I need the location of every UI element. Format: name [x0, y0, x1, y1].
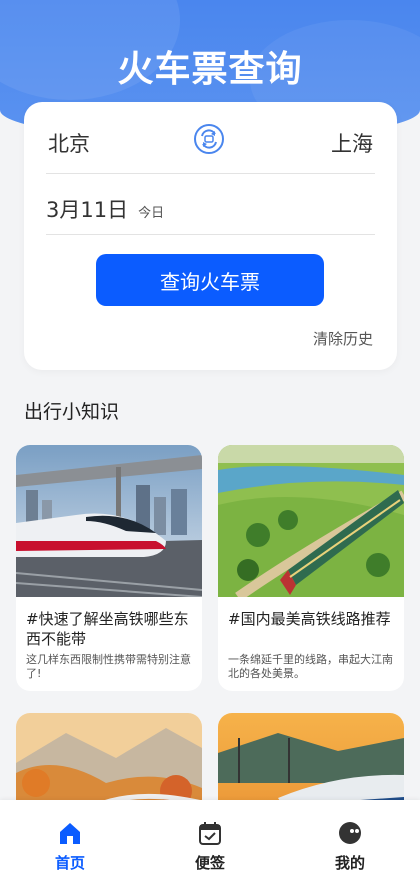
divider — [46, 173, 375, 174]
home-icon — [57, 820, 83, 846]
to-city[interactable]: 上海 — [331, 128, 373, 158]
divider — [46, 234, 375, 235]
article-title: #快速了解坐高铁哪些东西不能带 — [26, 610, 189, 648]
search-tickets-button[interactable]: 查询火车票 — [96, 254, 324, 306]
date-selector[interactable]: 3月11日 今日 — [46, 194, 164, 224]
travel-date: 3月11日 — [46, 198, 129, 222]
section-title: 出行小知识 — [24, 401, 120, 423]
article-description: 这几样东西限制性携带需特别注意了! — [26, 653, 191, 680]
tab-label: 我的 — [334, 854, 365, 872]
article-description: 一条绵延千里的线路，串起大江南北的各处美景。 — [228, 653, 393, 680]
tab-profile[interactable]: 我的 — [310, 820, 390, 873]
profile-icon — [337, 820, 363, 846]
from-city[interactable]: 北京 — [48, 128, 90, 158]
article-title: #国内最美高铁线路推荐 — [228, 610, 391, 628]
clear-history-link[interactable]: 清除历史 — [313, 328, 373, 349]
article-card[interactable]: #国内最美高铁线路推荐 一条绵延千里的线路，串起大江南北的各处美景。 — [218, 445, 404, 691]
swap-cities-button[interactable] — [194, 124, 224, 154]
article-image-scenic-railway — [218, 445, 404, 597]
search-card: 北京 上海 3月11日 今日 查询火车票 清除历史 — [24, 102, 397, 370]
tab-label: 首页 — [54, 854, 85, 872]
tab-notes[interactable]: 便签 — [170, 820, 250, 873]
article-card[interactable]: #快速了解坐高铁哪些东西不能带 这几样东西限制性携带需特别注意了! — [16, 445, 202, 691]
swap-train-icon — [201, 129, 217, 149]
tab-label: 便签 — [194, 854, 225, 872]
page-title: 火车票查询 — [117, 49, 303, 90]
article-image-bullet-train — [16, 445, 202, 597]
bottom-tab-bar: 首页 便签 我的 — [0, 800, 420, 887]
tab-home[interactable]: 首页 — [30, 820, 110, 873]
today-label: 今日 — [138, 206, 165, 221]
calendar-check-icon — [197, 820, 223, 846]
